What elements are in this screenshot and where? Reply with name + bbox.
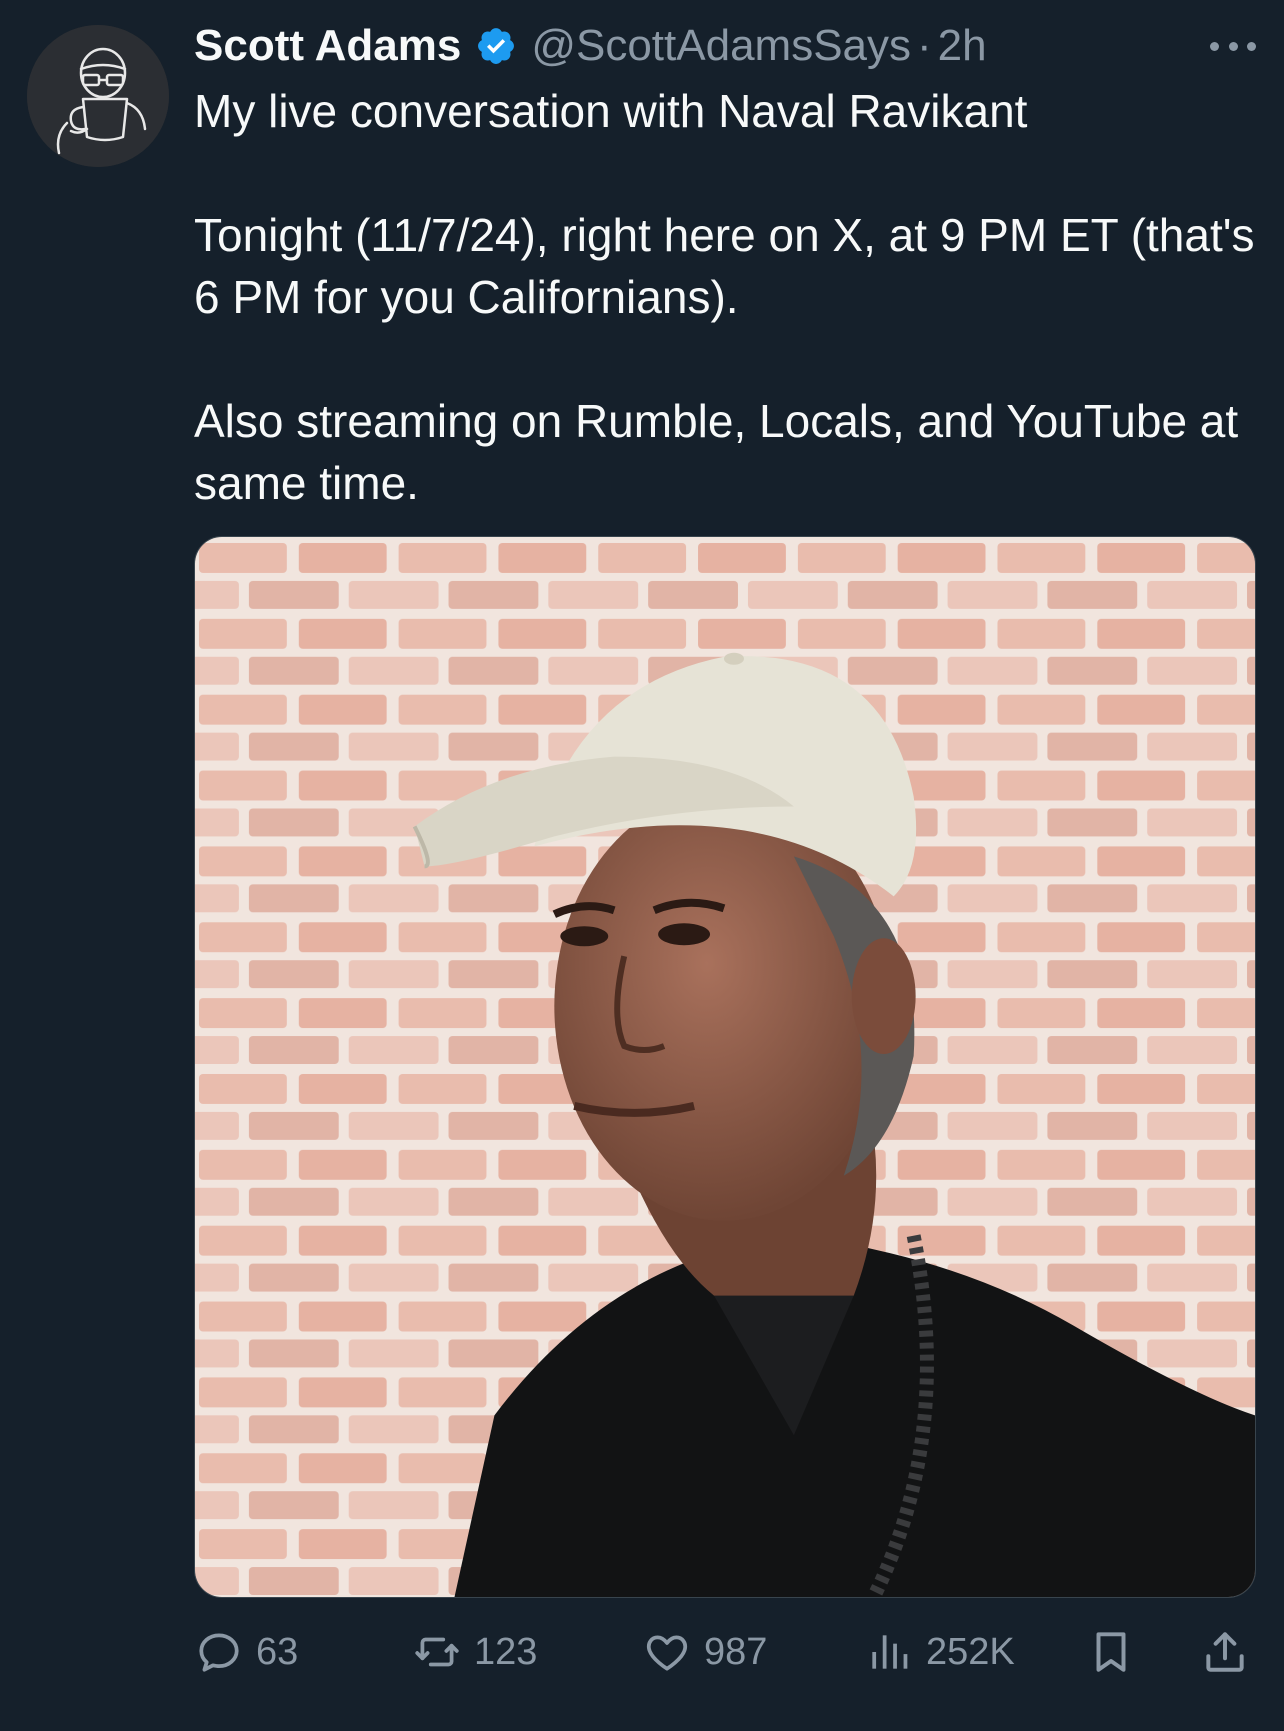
reply-count: 63 — [256, 1630, 299, 1673]
tweet-header: Scott Adams @ScottAdamsSays · 2h — [194, 18, 1264, 74]
like-button[interactable]: 987 — [642, 1620, 767, 1684]
reply-button[interactable]: 63 — [194, 1620, 298, 1684]
tweet-photo[interactable] — [194, 536, 1256, 1598]
more-icon[interactable] — [1210, 26, 1256, 66]
author-handle[interactable]: @ScottAdamsSays — [531, 21, 911, 71]
bookmark-icon — [1096, 1632, 1126, 1672]
views-count: 252K — [926, 1630, 1015, 1673]
author-avatar[interactable] — [27, 25, 169, 167]
separator-dot: · — [917, 21, 932, 70]
repost-count: 123 — [474, 1630, 538, 1673]
share-button[interactable] — [1200, 1620, 1250, 1684]
views-icon — [872, 1635, 908, 1669]
bookmark-button[interactable] — [1086, 1620, 1136, 1684]
share-icon — [1206, 1632, 1244, 1672]
heart-icon — [646, 1635, 688, 1671]
tweet-timestamp[interactable]: 2h — [938, 21, 987, 71]
repost-icon — [415, 1637, 459, 1667]
like-count: 987 — [704, 1630, 768, 1673]
tweet-paragraph: Tonight (11/7/24), right here on X, at 9… — [194, 209, 1255, 323]
verified-badge-icon — [478, 28, 515, 64]
repost-button[interactable]: 123 — [412, 1620, 537, 1684]
author-name[interactable]: Scott Adams — [194, 21, 461, 71]
reply-icon — [199, 1633, 239, 1672]
tweet-actions: 63 123 987 252K — [194, 1620, 1256, 1684]
tweet-text: My live conversation with Naval Ravikant… — [194, 80, 1264, 514]
tweet-paragraph: My live conversation with Naval Ravikant — [194, 85, 1028, 137]
tweet-paragraph: Also streaming on Rumble, Locals, and Yo… — [194, 395, 1239, 509]
views-button[interactable]: 252K — [864, 1620, 1015, 1684]
